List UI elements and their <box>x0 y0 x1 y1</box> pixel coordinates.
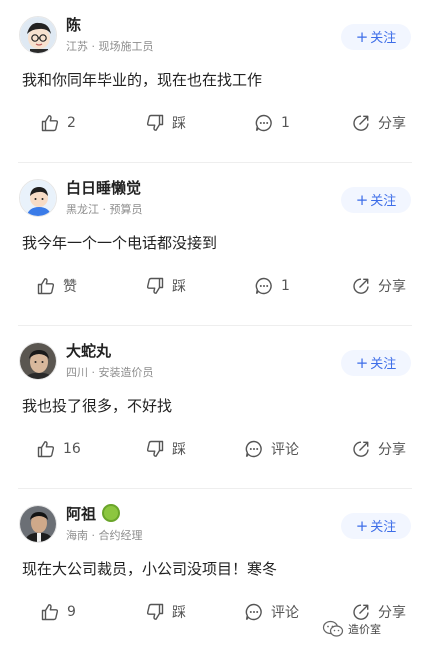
like-count: 16 <box>63 441 81 457</box>
wechat-icon <box>322 620 344 637</box>
dislike-label: 踩 <box>172 116 186 132</box>
comment-bubble-icon <box>254 276 274 296</box>
user-location-role: 江苏 · 现场施工员 <box>66 40 154 53</box>
dislike-label: 踩 <box>172 605 186 621</box>
comment-label: 评论 <box>271 605 299 621</box>
comment-card: 大蛇丸 四川 · 安装造价员 + 关注 我也投了很多，不好找 16 踩 评论 分享 <box>0 326 422 489</box>
user-avatar[interactable] <box>19 342 57 380</box>
thumbs-up-icon <box>36 276 56 296</box>
share-icon <box>351 113 371 133</box>
comment-count: 1 <box>281 278 290 294</box>
user-avatar[interactable] <box>19 16 57 54</box>
follow-button[interactable]: + 关注 <box>341 350 411 376</box>
plus-icon: + <box>355 28 369 46</box>
dislike-button[interactable]: 踩 <box>145 275 186 297</box>
share-button[interactable]: 分享 <box>351 438 406 460</box>
comment-bubble-icon <box>244 602 264 622</box>
like-button[interactable]: 9 <box>40 601 76 623</box>
dislike-label: 踩 <box>172 279 186 295</box>
share-icon <box>351 276 371 296</box>
like-button[interactable]: 16 <box>36 438 81 460</box>
follow-label: 关注 <box>370 357 397 372</box>
comment-bubble-icon <box>254 113 274 133</box>
comment-text: 我也投了很多，不好找 <box>22 397 173 415</box>
share-icon <box>351 602 371 622</box>
share-label: 分享 <box>378 116 406 132</box>
comment-card: 白日睡懒觉 黑龙江 · 预算员 + 关注 我今年一个一个电话都没接到 赞 踩 1 … <box>0 163 422 326</box>
share-button[interactable]: 分享 <box>351 275 406 297</box>
comment-button[interactable]: 评论 <box>244 601 299 623</box>
comment-text: 现在大公司裁员，小公司没项目！寒冬 <box>22 560 278 578</box>
comment-text: 我今年一个一个电话都没接到 <box>22 234 218 252</box>
user-name[interactable]: 白日睡懒觉 <box>66 177 141 198</box>
comment-button[interactable]: 1 <box>254 112 290 134</box>
like-count: 2 <box>67 115 76 131</box>
verified-badge-icon <box>102 503 121 522</box>
thumbs-down-icon <box>145 113 165 133</box>
dislike-button[interactable]: 踩 <box>145 601 186 623</box>
share-label: 分享 <box>378 279 406 295</box>
comment-card: 陈 江苏 · 现场施工员 + 关注 我和你同年毕业的，现在也在找工作 2 踩 1 … <box>0 0 422 163</box>
follow-button[interactable]: + 关注 <box>341 513 411 539</box>
comment-bubble-icon <box>244 439 264 459</box>
user-name[interactable]: 陈 <box>66 14 81 35</box>
like-button[interactable]: 赞 <box>36 275 77 297</box>
comment-button[interactable]: 1 <box>254 275 290 297</box>
like-count: 9 <box>67 604 76 620</box>
follow-label: 关注 <box>370 31 397 46</box>
user-name-text: 阿祖 <box>66 505 97 523</box>
dislike-button[interactable]: 踩 <box>145 112 186 134</box>
share-icon <box>351 439 371 459</box>
dislike-button[interactable]: 踩 <box>145 438 186 460</box>
watermark-text: 造价室 <box>348 623 381 636</box>
thumbs-up-icon <box>40 602 60 622</box>
comment-count: 1 <box>281 115 290 131</box>
dislike-label: 踩 <box>172 442 186 458</box>
user-location-role: 海南 · 合约经理 <box>66 529 143 542</box>
user-location-role: 四川 · 安装造价员 <box>66 366 154 379</box>
follow-label: 关注 <box>370 520 397 535</box>
thumbs-up-icon <box>36 439 56 459</box>
thumbs-down-icon <box>145 439 165 459</box>
user-avatar[interactable] <box>19 179 57 217</box>
plus-icon: + <box>355 191 369 209</box>
plus-icon: + <box>355 517 369 535</box>
thumbs-down-icon <box>145 276 165 296</box>
plus-icon: + <box>355 354 369 372</box>
share-label: 分享 <box>378 605 406 621</box>
user-location-role: 黑龙江 · 预算员 <box>66 203 143 216</box>
like-label: 赞 <box>63 279 77 295</box>
comment-text: 我和你同年毕业的，现在也在找工作 <box>22 71 263 89</box>
user-avatar[interactable] <box>19 505 57 543</box>
follow-button[interactable]: + 关注 <box>341 187 411 213</box>
follow-label: 关注 <box>370 194 397 209</box>
follow-button[interactable]: + 关注 <box>341 24 411 50</box>
share-button[interactable]: 分享 <box>351 112 406 134</box>
comment-button[interactable]: 评论 <box>244 438 299 460</box>
like-button[interactable]: 2 <box>40 112 76 134</box>
wechat-watermark: 造价室 <box>322 620 381 638</box>
user-name[interactable]: 大蛇丸 <box>66 340 111 361</box>
share-label: 分享 <box>378 442 406 458</box>
comment-label: 评论 <box>271 442 299 458</box>
thumbs-up-icon <box>40 113 60 133</box>
user-name[interactable]: 阿祖 <box>66 503 121 524</box>
thumbs-down-icon <box>145 602 165 622</box>
